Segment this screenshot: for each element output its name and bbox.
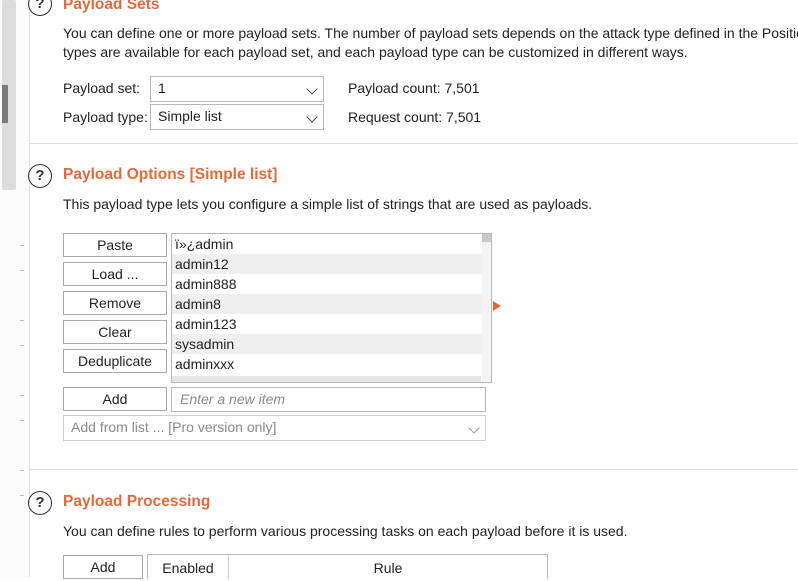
add-from-list-dropdown[interactable]: Add from list ... [Pro version only]	[63, 415, 486, 441]
divider	[20, 270, 24, 271]
column-header-enabled[interactable]: Enabled	[148, 555, 229, 579]
list-item[interactable]: sysadmin	[172, 334, 484, 354]
load-button[interactable]: Load ...	[63, 262, 167, 286]
payload-type-dropdown[interactable]: Simple list	[150, 104, 324, 130]
section-heading-payload-processing: Payload Processing	[63, 493, 211, 510]
list-horizontal-scrollbar[interactable]	[172, 376, 481, 382]
expand-arrow-icon[interactable]	[493, 301, 501, 311]
payload-processing-description: You can define rules to perform various …	[63, 523, 628, 539]
payload-list[interactable]: ï»¿admin admin12 admin888 admin8 admin12…	[171, 233, 492, 383]
paste-button[interactable]: Paste	[63, 233, 167, 257]
list-item[interactable]: admin8	[172, 294, 484, 314]
section-divider	[29, 143, 798, 144]
list-item[interactable]: admin12	[172, 254, 484, 274]
clear-button[interactable]: Clear	[63, 320, 167, 344]
divider	[20, 470, 24, 471]
help-icon[interactable]: ?	[28, 164, 52, 188]
scrollbar-thumb[interactable]	[2, 85, 8, 123]
add-item-button[interactable]: Add	[63, 387, 167, 411]
divider	[20, 320, 24, 321]
section-heading-payload-options: Payload Options [Simple list]	[63, 166, 278, 183]
divider	[20, 345, 24, 346]
list-item[interactable]: ï»¿admin	[172, 234, 484, 254]
list-item[interactable]: admin888	[172, 274, 484, 294]
section-divider	[29, 469, 798, 470]
processing-rules-table: Enabled Rule	[147, 554, 548, 579]
payload-type-value: Simple list	[158, 108, 222, 124]
scrollbar-thumb[interactable]	[482, 234, 491, 242]
left-panel-strip	[0, 0, 30, 578]
remove-button[interactable]: Remove	[63, 291, 167, 315]
list-item[interactable]: admin123	[172, 314, 484, 334]
list-item[interactable]: adminxxx	[172, 354, 484, 374]
help-icon[interactable]: ?	[28, 0, 52, 16]
request-count: Request count: 7,501	[348, 109, 482, 125]
list-scrollbar[interactable]	[482, 234, 491, 382]
column-header-rule[interactable]: Rule	[229, 555, 547, 579]
add-from-list-value: Add from list ... [Pro version only]	[71, 419, 277, 435]
section-heading-payload-sets: Payload Sets	[63, 0, 160, 13]
divider	[20, 420, 24, 421]
payload-set-label: Payload set:	[63, 80, 141, 96]
chevron-down-icon	[306, 83, 318, 95]
chevron-down-icon	[306, 111, 318, 123]
payload-count: Payload count: 7,501	[348, 80, 480, 96]
payload-set-dropdown[interactable]: 1	[150, 76, 324, 102]
new-item-placeholder: Enter a new item	[180, 391, 286, 407]
payload-type-label: Payload type:	[63, 109, 148, 125]
deduplicate-button[interactable]: Deduplicate	[63, 349, 167, 373]
help-icon[interactable]: ?	[28, 491, 52, 515]
payload-sets-description-line1: You can define one or more payload sets.…	[63, 25, 798, 41]
divider	[20, 495, 24, 496]
add-rule-button[interactable]: Add	[63, 555, 143, 579]
payload-options-description: This payload type lets you configure a s…	[63, 196, 593, 212]
chevron-down-icon	[468, 422, 480, 434]
divider	[20, 245, 24, 246]
new-item-input[interactable]: Enter a new item	[171, 387, 486, 412]
payload-sets-description-line2: types are available for each payload set…	[63, 44, 688, 60]
payload-set-value: 1	[158, 80, 166, 96]
divider	[20, 395, 24, 396]
left-scrollbar[interactable]	[2, 0, 16, 190]
